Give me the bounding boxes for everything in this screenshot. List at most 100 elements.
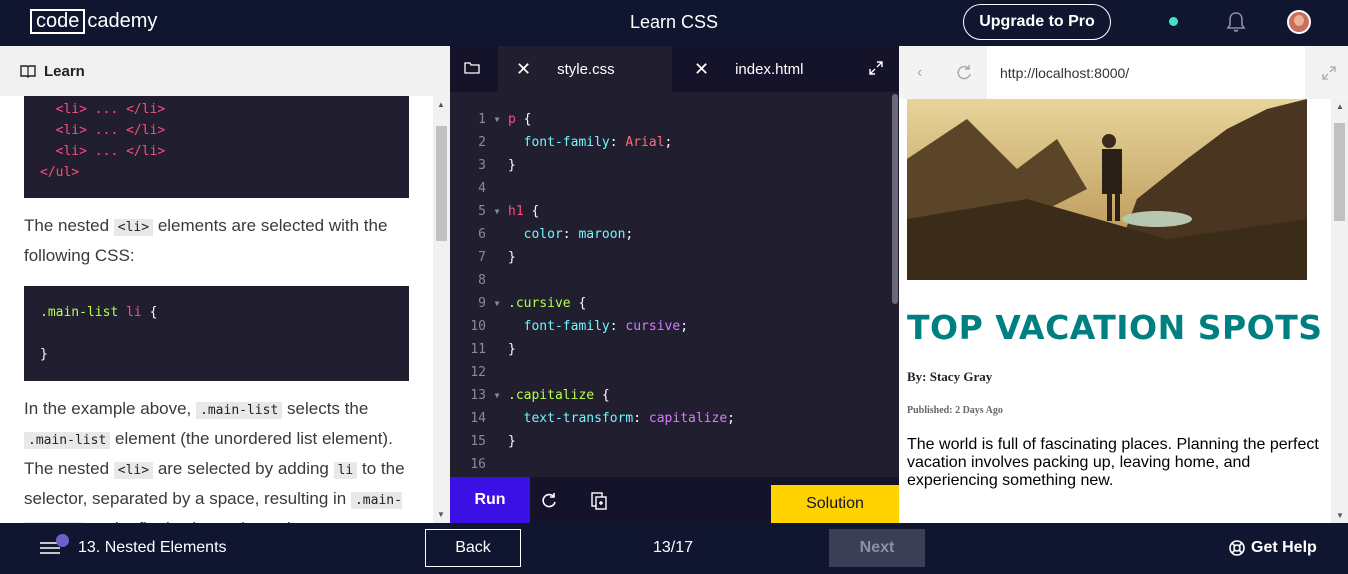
lesson-name[interactable]: 13. Nested Elements	[78, 539, 227, 557]
code-token: }	[508, 158, 516, 173]
get-help-button[interactable]: Get Help	[1229, 539, 1317, 557]
line-number: 8	[478, 273, 486, 288]
folder-icon[interactable]	[464, 61, 480, 75]
code-line[interactable]: 13 ▼ .capitalize {	[450, 384, 890, 407]
fold-arrow-icon[interactable]: ▼	[486, 207, 508, 216]
code-line: <li> ... </li>	[55, 123, 166, 138]
learn-label: Learn	[44, 62, 85, 80]
line-number: 7	[478, 250, 486, 265]
preview-title: TOP VACATION SPOTS	[907, 308, 1323, 347]
code-line[interactable]: 3}	[450, 154, 890, 177]
scroll-up-icon[interactable]: ▲	[437, 100, 445, 109]
code-token: :	[633, 411, 649, 426]
scroll-down-icon[interactable]: ▼	[1336, 511, 1344, 520]
code-text: }	[508, 250, 516, 265]
book-icon	[20, 65, 36, 78]
code-text: text-transform: capitalize;	[508, 411, 735, 426]
code-token: .capitalize	[508, 388, 595, 403]
expand-icon[interactable]	[869, 61, 883, 75]
line-number: 12	[470, 365, 486, 380]
code-token: p	[508, 112, 516, 127]
code-text: font-family: cursive;	[508, 319, 688, 334]
scroll-thumb[interactable]	[892, 94, 898, 304]
scroll-down-icon[interactable]: ▼	[437, 510, 445, 519]
learn-panel: Learn <li> ... </li> <li> ... </li> <li>…	[0, 46, 450, 523]
code-area[interactable]: 1 ▼ p {2 font-family: Arial; 3} 4 5 ▼ h1 {6 col…	[450, 108, 890, 476]
code-token: :	[562, 227, 579, 242]
tab-index-html[interactable]: ✕ index.html	[680, 46, 840, 92]
lesson-paragraph: In the example above, .main-list selects…	[24, 395, 409, 523]
code-line[interactable]: 10 font-family: cursive;	[450, 315, 890, 338]
close-icon[interactable]: ✕	[516, 59, 531, 80]
learn-scrollbar[interactable]: ▲ ▼	[433, 96, 450, 523]
code-token: }	[508, 434, 516, 449]
line-number: 9	[478, 296, 486, 311]
preview-paragraph: The world is full of fascinating places.…	[907, 436, 1319, 489]
preview-byline: By: Stacy Gray	[907, 369, 993, 384]
avatar[interactable]	[1287, 10, 1311, 34]
code-line[interactable]: 7}	[450, 246, 890, 269]
code-token: color	[523, 227, 563, 242]
refresh-icon[interactable]	[956, 64, 972, 80]
inline-code: .main-list	[24, 432, 111, 449]
fold-arrow-icon[interactable]: ▼	[486, 391, 508, 400]
codecademy-logo[interactable]: code cademy	[30, 9, 157, 34]
copy-icon[interactable]	[590, 490, 608, 510]
tab-style-css[interactable]: ✕ style.css	[498, 46, 672, 92]
code-line[interactable]: 2 font-family: Arial;	[450, 131, 890, 154]
code-token: h1	[508, 204, 524, 219]
code-token: :	[609, 319, 626, 334]
back-button[interactable]: Back	[425, 529, 521, 567]
bell-icon[interactable]	[1226, 11, 1246, 33]
close-icon[interactable]: ✕	[694, 59, 709, 80]
code-line: </ul>	[40, 165, 80, 180]
browser-scrollbar[interactable]: ▲ ▼	[1331, 99, 1348, 523]
url-field[interactable]: http://localhost:8000/	[987, 46, 1305, 99]
solution-button[interactable]: Solution	[771, 485, 899, 523]
code-token: ;	[664, 135, 673, 150]
line-number: 16	[470, 457, 486, 472]
line-number: 14	[470, 411, 486, 426]
code-line[interactable]: 9 ▼ .cursive {	[450, 292, 890, 315]
run-button[interactable]: Run	[450, 477, 530, 523]
help-icon	[1229, 540, 1245, 556]
code-token: }	[508, 250, 516, 265]
code-line[interactable]: 4	[450, 177, 890, 200]
reset-icon[interactable]	[540, 491, 558, 509]
line-number: 6	[478, 227, 486, 242]
upgrade-button[interactable]: Upgrade to Pro	[963, 4, 1111, 40]
code-example-list: <li> ... </li> <li> ... </li> <li> ... <…	[24, 96, 409, 198]
code-line[interactable]: 11}	[450, 338, 890, 361]
preview-published: Published: 2 Days Ago	[907, 405, 1003, 416]
next-button[interactable]: Next	[829, 529, 925, 567]
code-line[interactable]: 15}	[450, 430, 890, 453]
progress-counter: 13/17	[653, 539, 694, 556]
code-line[interactable]: 12	[450, 361, 890, 384]
scroll-thumb[interactable]	[1334, 123, 1345, 221]
code-line[interactable]: 16	[450, 453, 890, 476]
browser-bar: ‹ http://localhost:8000/	[899, 46, 1348, 99]
line-number: 13	[470, 388, 486, 403]
fold-arrow-icon[interactable]: ▼	[486, 115, 508, 124]
code-line[interactable]: 14 text-transform: capitalize;	[450, 407, 890, 430]
code-token: }	[508, 342, 516, 357]
editor-tabs: ✕ style.css ✕ index.html	[450, 46, 899, 92]
scroll-up-icon[interactable]: ▲	[1336, 102, 1344, 111]
code-line[interactable]: 8	[450, 269, 890, 292]
code-line[interactable]: 1 ▼ p {	[450, 108, 890, 131]
code-line[interactable]: 6 color: maroon;	[450, 223, 890, 246]
code-text: p {	[508, 112, 531, 127]
code-token: maroon	[578, 227, 626, 242]
code-token: {	[570, 296, 587, 311]
paragraph-text: selects the	[282, 399, 369, 418]
fold-arrow-icon[interactable]: ▼	[486, 299, 508, 308]
run-bar: Run Solution	[450, 477, 899, 523]
code-line[interactable]: 5 ▼ h1 {	[450, 200, 890, 223]
inline-code: li	[333, 462, 358, 479]
expand-icon[interactable]	[1322, 66, 1336, 80]
scroll-thumb[interactable]	[436, 126, 447, 241]
editor-scrollbar[interactable]	[890, 92, 899, 477]
back-arrow-icon[interactable]: ‹	[917, 64, 922, 82]
logo-box: code	[30, 9, 86, 34]
